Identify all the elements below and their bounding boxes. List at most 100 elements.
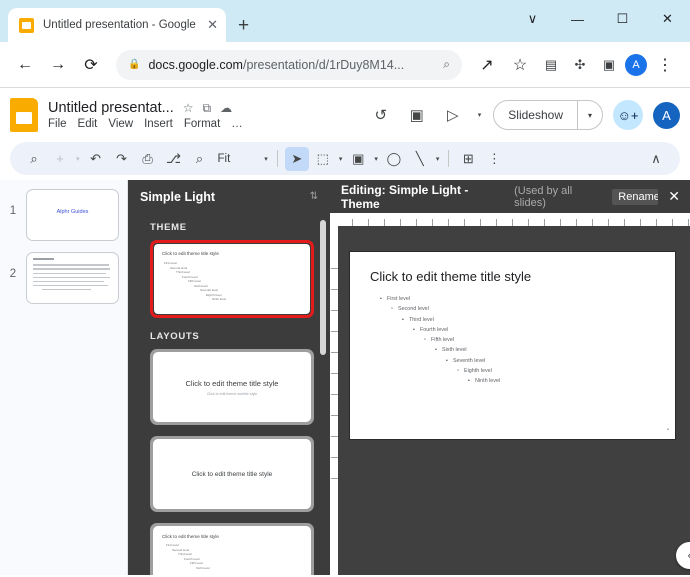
ruler-tick — [560, 219, 561, 226]
ruler-tick — [368, 219, 369, 226]
theme-master-card[interactable]: Click to edit theme title style First le… — [150, 240, 314, 318]
textbox-tool-icon[interactable]: ⬚ — [311, 147, 335, 171]
slides-favicon-icon — [19, 17, 34, 33]
move-to-folder-icon[interactable]: ⧉ — [203, 101, 212, 116]
reading-list-icon[interactable]: ▤ — [538, 52, 564, 78]
document-title[interactable]: Untitled presentat... — [48, 100, 174, 116]
layout-thumbnail[interactable]: Click to edit theme title style — [153, 439, 311, 509]
bullet-marker-icon: ▪ — [446, 357, 448, 364]
zoom-fit-label[interactable]: Fit — [214, 153, 235, 165]
menu-format[interactable]: Format — [184, 118, 220, 130]
search-icon[interactable]: ⌕ — [22, 147, 46, 171]
share-icon[interactable]: ↗ — [472, 50, 502, 80]
new-slide-button[interactable]: + — [48, 147, 72, 171]
thumb-text-line — [33, 272, 107, 275]
app-body: 1 Alphr Guides 2 Simple Light ⇅ THEME Cl… — [0, 180, 690, 575]
search-icon[interactable]: ⌕ — [443, 57, 450, 72]
shape-tool-icon[interactable]: ◯ — [382, 147, 406, 171]
layout-card-3[interactable]: Click to edit theme title style First le… — [150, 523, 314, 575]
cloud-saved-icon[interactable]: ☁ — [220, 101, 232, 115]
account-avatar[interactable]: A — [653, 101, 680, 129]
layout-card-1[interactable]: Click to edit theme title style Click to… — [150, 349, 314, 425]
browser-menu-icon[interactable]: ⋮ — [650, 50, 680, 80]
back-icon[interactable]: ← — [10, 50, 40, 80]
browser-tab[interactable]: Untitled presentation - Google S ✕ — [8, 8, 226, 42]
image-caret-icon[interactable]: ▾ — [372, 155, 380, 163]
slide-body-placeholder[interactable]: ▪ First level ▫ Second level ▪ Third level ▪ Fo… — [370, 294, 655, 386]
list-item[interactable]: 2 — [0, 252, 127, 315]
slideshow-button[interactable]: Slideshow ▾ — [493, 100, 603, 130]
google-slides-logo-icon[interactable] — [10, 98, 38, 132]
comment-icon[interactable]: ▣ — [404, 102, 430, 128]
theme-thumb-bullet: Ninth level — [212, 297, 227, 301]
table-tool-icon[interactable]: ⊞ — [456, 147, 480, 171]
zoom-icon[interactable]: ⌕ — [188, 147, 212, 171]
more-tools-icon[interactable]: ⋮ — [482, 147, 506, 171]
rename-button[interactable]: Rename — [612, 188, 659, 205]
textbox-caret-icon[interactable]: ▾ — [337, 155, 345, 163]
menu-view[interactable]: View — [108, 118, 133, 130]
close-icon[interactable]: ✕ — [207, 17, 218, 33]
line-tool-icon[interactable]: ╲ — [408, 147, 432, 171]
menu-more[interactable]: … — [231, 118, 243, 130]
list-item[interactable]: 1 Alphr Guides — [0, 189, 127, 252]
chevron-down-icon[interactable]: ∨ — [510, 4, 555, 34]
meet-camera-icon[interactable]: ▷ — [440, 102, 466, 128]
tab-title: Untitled presentation - Google S — [43, 19, 199, 31]
print-icon[interactable]: ⎙ — [136, 147, 160, 171]
address-bar[interactable]: 🔒 docs.google.com/presentation/d/1rDuy8M… — [116, 49, 462, 80]
new-tab-button[interactable]: + — [238, 16, 249, 35]
share-button[interactable]: ☺+ — [613, 100, 643, 130]
resize-handle[interactable]: ▪ — [667, 427, 669, 433]
side-panel-icon[interactable]: ▣ — [596, 52, 622, 78]
collapse-toolbar-icon[interactable]: ∧ — [644, 147, 668, 171]
vertical-ruler[interactable] — [330, 226, 338, 575]
bullet-marker-icon: ▫ — [391, 306, 393, 313]
forward-icon[interactable]: → — [43, 50, 73, 80]
bookmark-star-icon[interactable]: ☆ — [505, 50, 535, 80]
theme-master-thumbnail[interactable]: Click to edit theme title style First le… — [154, 244, 310, 314]
slide-canvas[interactable]: Click to edit theme title style ▪ First l… — [350, 252, 675, 439]
layout-thumbnail[interactable]: Click to edit theme title style First le… — [153, 526, 311, 575]
browser-profile-avatar[interactable]: A — [625, 53, 647, 76]
select-tool-icon[interactable]: ➤ — [284, 146, 309, 171]
minimize-icon[interactable]: — — [555, 4, 600, 34]
slide-title-placeholder[interactable]: Click to edit theme title style — [370, 269, 655, 284]
paint-format-icon[interactable]: ⎇ — [162, 147, 186, 171]
layout-thumbnail[interactable]: Click to edit theme title style Click to… — [153, 352, 311, 422]
redo-icon[interactable]: ↷ — [110, 147, 134, 171]
new-slide-caret-icon[interactable]: ▾ — [74, 155, 82, 163]
zoom-caret-icon[interactable]: ▾ — [262, 155, 270, 163]
slide-bullet-row: ▫ Second level — [391, 304, 655, 314]
layout-card-2[interactable]: Click to edit theme title style — [150, 436, 314, 512]
menu-file[interactable]: File — [48, 118, 67, 130]
ruler-tick — [331, 394, 338, 395]
meet-caret-icon[interactable]: ▾ — [476, 111, 484, 119]
reload-icon[interactable]: ⟳ — [76, 50, 106, 80]
slideshow-caret-icon[interactable]: ▾ — [576, 101, 602, 129]
ruler-tick — [331, 268, 338, 269]
maximize-icon[interactable]: ☐ — [600, 4, 645, 34]
window-close-icon[interactable]: ✕ — [645, 4, 690, 34]
menu-bar: File Edit View Insert Format … — [48, 118, 243, 130]
horizontal-ruler[interactable] — [338, 213, 690, 226]
ruler-tick — [464, 219, 465, 226]
slide-thumbnail-2[interactable] — [26, 252, 119, 304]
collapse-panel-button[interactable]: ‹ — [676, 542, 690, 569]
line-caret-icon[interactable]: ▾ — [434, 155, 442, 163]
star-icon[interactable]: ☆ — [183, 101, 194, 115]
image-tool-icon[interactable]: ▣ — [346, 147, 370, 171]
theme-panel-scrollbar[interactable] — [320, 220, 326, 355]
ruler-tick — [352, 219, 353, 226]
undo-icon[interactable]: ↶ — [84, 147, 108, 171]
version-history-icon[interactable]: ↺ — [368, 102, 394, 128]
menu-insert[interactable]: Insert — [144, 118, 173, 130]
extensions-puzzle-icon[interactable]: ✣ — [567, 52, 593, 78]
close-icon[interactable]: ✕ — [665, 188, 683, 205]
swap-theme-icon[interactable]: ⇅ — [310, 191, 318, 202]
bullet-label: Seventh level — [453, 357, 486, 364]
slide-thumbnail-1[interactable]: Alphr Guides — [26, 189, 119, 241]
menu-edit[interactable]: Edit — [78, 118, 98, 130]
ruler-tick — [624, 219, 625, 226]
ruler-tick — [416, 219, 417, 226]
